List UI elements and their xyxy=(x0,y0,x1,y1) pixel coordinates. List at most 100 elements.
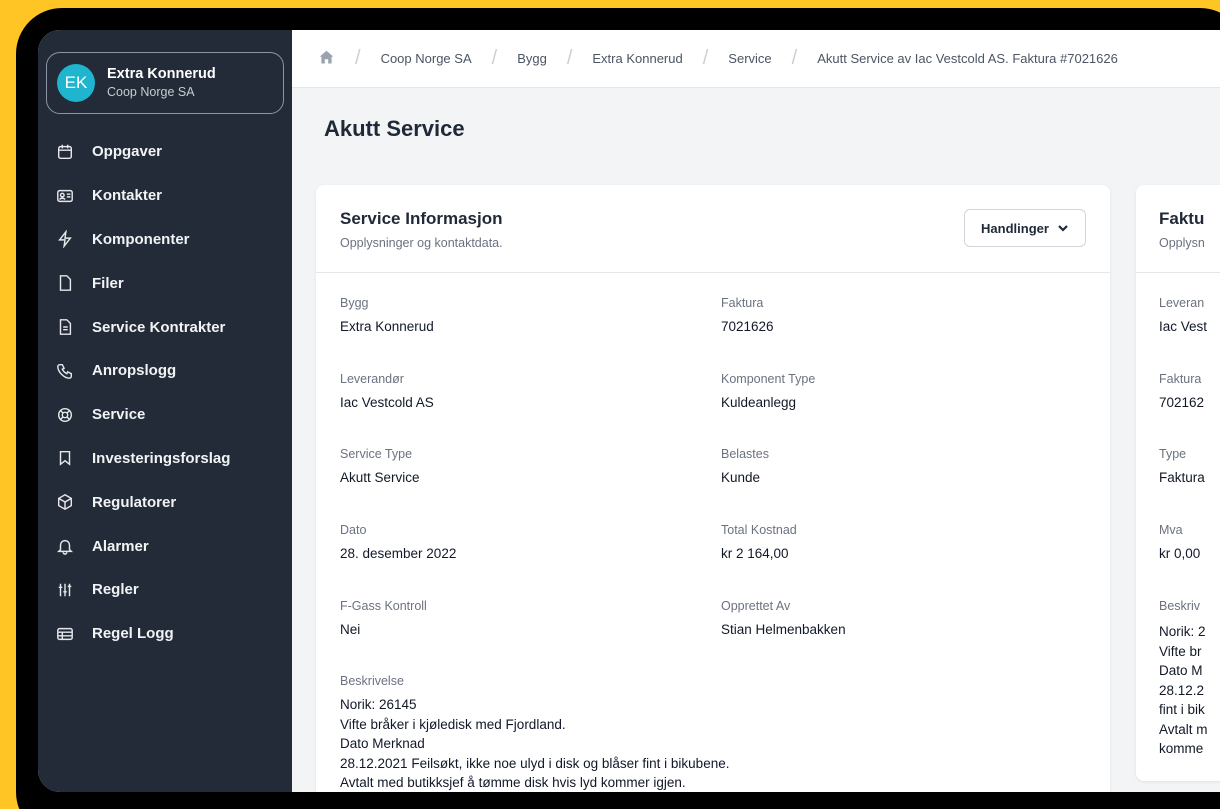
breadcrumb: / Coop Norge SA / Bygg / Extra Konnerud … xyxy=(292,30,1220,88)
field-label: Mva xyxy=(1159,523,1183,537)
sidebar-item-label: Regler xyxy=(92,581,139,599)
sidebar-item-kontakter[interactable]: Kontakter xyxy=(54,174,284,218)
phone-icon xyxy=(54,360,76,382)
field-label: Service Type xyxy=(340,447,413,461)
field-value: Stian Helmenbakken xyxy=(721,622,846,637)
field-service-type: Service Type Akutt Service xyxy=(340,446,420,486)
calendar-icon xyxy=(54,141,76,163)
field-value: kr 0,00 xyxy=(1159,546,1201,561)
sidebar-item-service-kontrakter[interactable]: Service Kontrakter xyxy=(54,305,284,349)
field-value: 28. desember 2022 xyxy=(340,546,457,561)
description-line: 28.12.2021 Feilsøkt, ikke noe ulyd i dis… xyxy=(340,755,730,771)
sidebar-item-alarmer[interactable]: Alarmer xyxy=(54,524,284,568)
field-value: kr 2 164,00 xyxy=(721,546,789,561)
sliders-icon xyxy=(54,579,76,601)
breadcrumb-item-bygg[interactable]: Bygg xyxy=(517,51,547,66)
field-value: Akutt Service xyxy=(340,470,420,485)
sidebar-item-oppgaver[interactable]: Oppgaver xyxy=(54,130,284,174)
breadcrumb-item-current[interactable]: Akutt Service av Iac Vestcold AS. Faktur… xyxy=(817,51,1118,66)
field-value: 702162 xyxy=(1159,395,1205,410)
sidebar-item-label: Investeringsforslag xyxy=(92,449,231,467)
home-icon[interactable] xyxy=(318,49,335,69)
app-window: EK Extra Konnerud Coop Norge SA Oppgaver… xyxy=(38,30,1220,792)
description-line: Norik: 2 xyxy=(1159,624,1206,639)
field-value: Extra Konnerud xyxy=(340,319,434,334)
invoice-field: Leveran Iac Vest xyxy=(1159,295,1207,335)
field-faktura: Faktura 7021626 xyxy=(721,295,774,335)
field-label: Bygg xyxy=(340,296,369,310)
description-line: Avtalt med butikksjef å tømme disk hvis … xyxy=(340,775,686,790)
sidebar-item-label: Service xyxy=(92,406,146,424)
field-label: F-Gass Kontroll xyxy=(340,599,427,613)
field-dato: Dato 28. desember 2022 xyxy=(340,522,456,562)
description-line: Dato M xyxy=(1159,663,1203,678)
breadcrumb-item-service[interactable]: Service xyxy=(728,51,771,66)
field-value: Kunde xyxy=(721,470,761,485)
page-title: Akutt Service xyxy=(324,116,465,141)
actions-dropdown-button[interactable]: Handlinger xyxy=(964,209,1086,247)
card-title: Faktu xyxy=(1159,209,1205,228)
field-label: Type xyxy=(1159,447,1187,461)
lifebuoy-icon xyxy=(54,404,76,426)
account-name: Extra Konnerud xyxy=(107,66,216,82)
description-text: Norik: 2 Vifte br Dato M 28.12.2 fint i … xyxy=(1159,622,1208,759)
bookmark-icon xyxy=(54,447,76,469)
field-label: Total Kostnad xyxy=(721,523,797,537)
description-line: Vifte bråker i kjøledisk med Fjordland. xyxy=(340,716,566,732)
field-leverandor: Leverandør Iac Vestcold AS xyxy=(340,371,434,411)
field-label: Leverandør xyxy=(340,372,404,386)
field-label: Opprettet Av xyxy=(721,599,791,613)
sidebar-item-regel-logg[interactable]: Regel Logg xyxy=(54,612,284,656)
invoice-description: Beskriv Norik: 2 Vifte br Dato M 28.12.2… xyxy=(1159,598,1208,759)
sidebar-item-label: Filer xyxy=(92,274,124,292)
invoice-field: Faktura 702162 xyxy=(1159,371,1204,411)
description-line: Norik: 26145 xyxy=(340,697,417,712)
sidebar-item-label: Regulatorer xyxy=(92,493,177,511)
breadcrumb-separator: / xyxy=(702,47,709,69)
sidebar-item-service[interactable]: Service xyxy=(54,393,284,437)
description-line: fint i bik xyxy=(1159,702,1205,717)
breadcrumb-item-building[interactable]: Extra Konnerud xyxy=(592,51,682,66)
description-line: Avtalt m xyxy=(1159,721,1208,737)
sidebar-item-regler[interactable]: Regler xyxy=(54,568,284,612)
contact-card-icon xyxy=(54,185,76,207)
field-value: Nei xyxy=(340,622,361,637)
invoice-field: Type Faktura xyxy=(1159,446,1205,486)
sidebar-item-label: Komponenter xyxy=(92,230,190,248)
sidebar-item-filer[interactable]: Filer xyxy=(54,261,284,305)
file-icon xyxy=(54,272,76,294)
sidebar-nav: Oppgaver Kontakter Komponenter Filer Ser… xyxy=(46,130,284,656)
breadcrumb-item-org[interactable]: Coop Norge SA xyxy=(381,51,472,66)
sidebar-item-komponenter[interactable]: Komponenter xyxy=(54,218,284,262)
field-label: Dato xyxy=(340,523,367,537)
sidebar-item-regulatorer[interactable]: Regulatorer xyxy=(54,480,284,524)
description-line: 28.12.2 xyxy=(1159,682,1205,698)
invoice-card: Faktu Opplysn Leveran Iac Vest Faktura 7… xyxy=(1136,185,1220,781)
field-value: 7021626 xyxy=(721,319,774,334)
field-label: Faktura xyxy=(1159,372,1202,386)
field-value: Iac Vestcold AS xyxy=(340,395,434,410)
sidebar-item-label: Regel Logg xyxy=(92,625,174,643)
breadcrumb-separator: / xyxy=(791,47,798,69)
card-subtitle: Opplysn xyxy=(1159,236,1205,250)
field-label: Faktura xyxy=(721,296,764,310)
sidebar-item-label: Kontakter xyxy=(92,187,163,205)
field-label: Beskrivelse xyxy=(340,674,404,688)
sidebar-item-anropslogg[interactable]: Anropslogg xyxy=(54,349,284,393)
field-label: Leveran xyxy=(1159,296,1205,310)
sidebar-item-investeringsforslag[interactable]: Investeringsforslag xyxy=(54,437,284,481)
field-fgass-kontroll: F-Gass Kontroll Nei xyxy=(340,598,427,638)
invoice-field: Mva kr 0,00 xyxy=(1159,522,1200,562)
field-value: Iac Vest xyxy=(1159,319,1208,334)
account-switcher[interactable]: EK Extra Konnerud Coop Norge SA xyxy=(46,52,284,114)
sidebar-item-label: Oppgaver xyxy=(92,143,163,161)
field-bygg: Bygg Extra Konnerud xyxy=(340,295,434,335)
description-line: Dato Merknad xyxy=(340,736,425,751)
field-total-kostnad: Total Kostnad kr 2 164,00 xyxy=(721,522,797,562)
sidebar: EK Extra Konnerud Coop Norge SA Oppgaver… xyxy=(38,30,292,792)
chevron-down-icon xyxy=(1058,225,1068,232)
document-icon xyxy=(54,316,76,338)
cube-icon xyxy=(54,491,76,513)
actions-label: Handlinger xyxy=(981,220,1049,236)
field-beskrivelse: Beskrivelse Norik: 26145 Vifte bråker i … xyxy=(340,673,729,792)
